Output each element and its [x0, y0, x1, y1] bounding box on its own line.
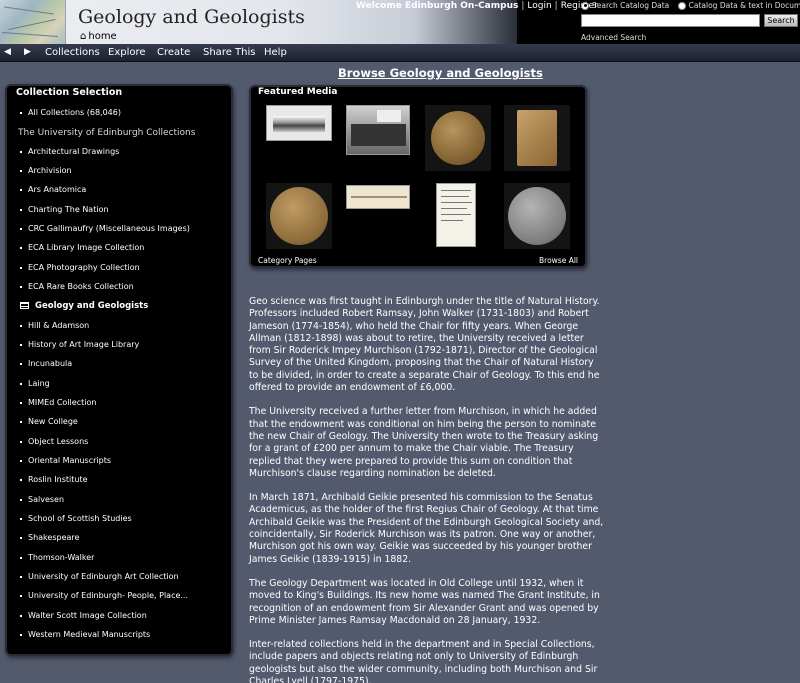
sidebar-item-collection[interactable]: Western Medieval Manuscripts — [20, 630, 150, 639]
sidebar-item-collection[interactable]: Laing — [20, 379, 50, 388]
sidebar-item-collection[interactable]: University of Edinburgh Art Collection — [20, 572, 179, 581]
welcome-text: Welcome Edinburgh On-Campus — [356, 1, 519, 11]
home-label: home — [88, 31, 117, 42]
nav-share-this[interactable]: Share This — [203, 47, 255, 58]
description-paragraph: In March 1871, Archibald Geikie presente… — [249, 492, 604, 565]
thumbnail-portrait-plaque[interactable] — [504, 105, 570, 171]
sidebar-item-collection[interactable]: Charting The Nation — [20, 205, 109, 214]
sidebar-item-collection[interactable]: Incunabula — [20, 359, 72, 368]
description-paragraph: Geo science was first taught in Edinburg… — [249, 296, 600, 394]
description-paragraph: Inter-related collections held in the de… — [249, 639, 598, 683]
collection-description: Geo science was first taught in Edinburg… — [249, 296, 605, 683]
nav-explore[interactable]: Explore — [108, 47, 146, 58]
radio-unselected-icon[interactable] — [677, 1, 686, 10]
list-icon — [20, 302, 29, 309]
sidebar-item-collection[interactable]: Oriental Manuscripts — [20, 456, 111, 465]
forward-arrow-icon[interactable]: ▶ — [24, 47, 31, 57]
sidebar-item-collection[interactable]: MIMEd Collection — [20, 398, 96, 407]
sidebar-item-collection[interactable]: Walter Scott Image Collection — [20, 611, 147, 620]
sidebar-item-collection[interactable]: Hill & Adamson — [20, 321, 89, 330]
featured-media-panel: Featured Media Category Pages Browse All — [249, 85, 587, 268]
sidebar-item-collection[interactable]: ECA Photography Collection — [20, 263, 140, 272]
map-logo-image[interactable] — [0, 0, 66, 44]
sidebar-item-collection[interactable]: Archivision — [20, 166, 72, 175]
sidebar-item-collection[interactable]: Shakespeare — [20, 533, 79, 542]
browse-all-link[interactable]: Browse All — [539, 256, 578, 265]
site-title: Geology and Geologists — [78, 6, 305, 28]
advanced-search-link[interactable]: Advanced Search — [581, 33, 646, 42]
sidebar-title: Collection Selection — [16, 87, 123, 98]
search-input[interactable] — [581, 14, 760, 27]
sidebar-item-selected[interactable]: Geology and Geologists — [20, 301, 148, 311]
sidebar-item-collection[interactable]: University of Edinburgh- People, Place..… — [20, 591, 188, 600]
thumbnail-medal-2[interactable] — [266, 183, 332, 249]
sidebar-item-collection[interactable]: Salvesen — [20, 495, 64, 504]
description-paragraph: The Geology Department was located in Ol… — [249, 577, 600, 626]
sidebar-item-collection[interactable]: Object Lessons — [20, 437, 88, 446]
thumbnail-lab-photo[interactable] — [346, 105, 410, 155]
sidebar-group-heading: The University of Edinburgh Collections — [18, 128, 196, 138]
collection-sidebar: Collection Selection All Collections (68… — [5, 84, 233, 656]
sidebar-item-collection[interactable]: Roslin Institute — [20, 475, 88, 484]
back-arrow-icon[interactable]: ◀ — [4, 47, 11, 57]
sidebar-item-collection[interactable]: Thomson-Walker — [20, 553, 94, 562]
login-link[interactable]: Login — [527, 1, 551, 11]
thumbnail-medal-1[interactable] — [425, 105, 491, 171]
header: Geology and Geologists ⌂ home Welcome Edi… — [0, 0, 800, 44]
home-icon: ⌂ — [80, 31, 87, 42]
featured-media-title: Featured Media — [258, 87, 338, 97]
sidebar-item-collection[interactable]: Ars Anatomica — [20, 185, 86, 194]
description-paragraph: The University received a further letter… — [249, 406, 599, 479]
nav-bar: ◀ ▶ Collections Explore Create Share Thi… — [0, 44, 800, 62]
sidebar-item-collection[interactable]: ECA Library Image Collection — [20, 243, 144, 252]
sidebar-item-collection[interactable]: ECA Rare Books Collection — [20, 282, 134, 291]
search-option-documents[interactable]: Catalog Data & text in Documents — [677, 1, 800, 10]
category-pages-link[interactable]: Category Pages — [258, 256, 317, 265]
sidebar-item-collection[interactable]: Architectural Drawings — [20, 147, 119, 156]
thumbnail-section-drawing[interactable] — [346, 185, 410, 209]
nav-create[interactable]: Create — [157, 47, 190, 58]
search-button[interactable]: Search — [764, 14, 798, 27]
sidebar-item-collection[interactable]: History of Art Image Library — [20, 340, 139, 349]
nav-help[interactable]: Help — [264, 47, 287, 58]
thumbnail-medal-3[interactable] — [504, 183, 570, 249]
thumbnail-building-photo[interactable] — [266, 105, 332, 141]
sidebar-item-collection[interactable]: School of Scottish Studies — [20, 514, 132, 523]
radio-selected-icon[interactable] — [581, 1, 589, 10]
nav-collections[interactable]: Collections — [45, 47, 100, 58]
sidebar-item-collection[interactable]: CRC Gallimaufry (Miscellaneous Images) — [20, 224, 190, 233]
sidebar-item-collection[interactable]: New College — [20, 417, 78, 426]
thumbnail-letter-manuscript[interactable] — [436, 183, 476, 247]
search-options: Search Catalog Data Catalog Data & text … — [581, 1, 800, 12]
home-link[interactable]: ⌂ home — [80, 31, 117, 42]
sidebar-item-all-collections[interactable]: All Collections (68,046) — [20, 108, 121, 117]
browse-title-link[interactable]: Browse Geology and Geologists — [338, 66, 543, 80]
search-option-catalog[interactable]: Search Catalog Data — [581, 1, 669, 10]
user-bar: Welcome Edinburgh On-Campus | Login | Regist… — [356, 1, 598, 11]
